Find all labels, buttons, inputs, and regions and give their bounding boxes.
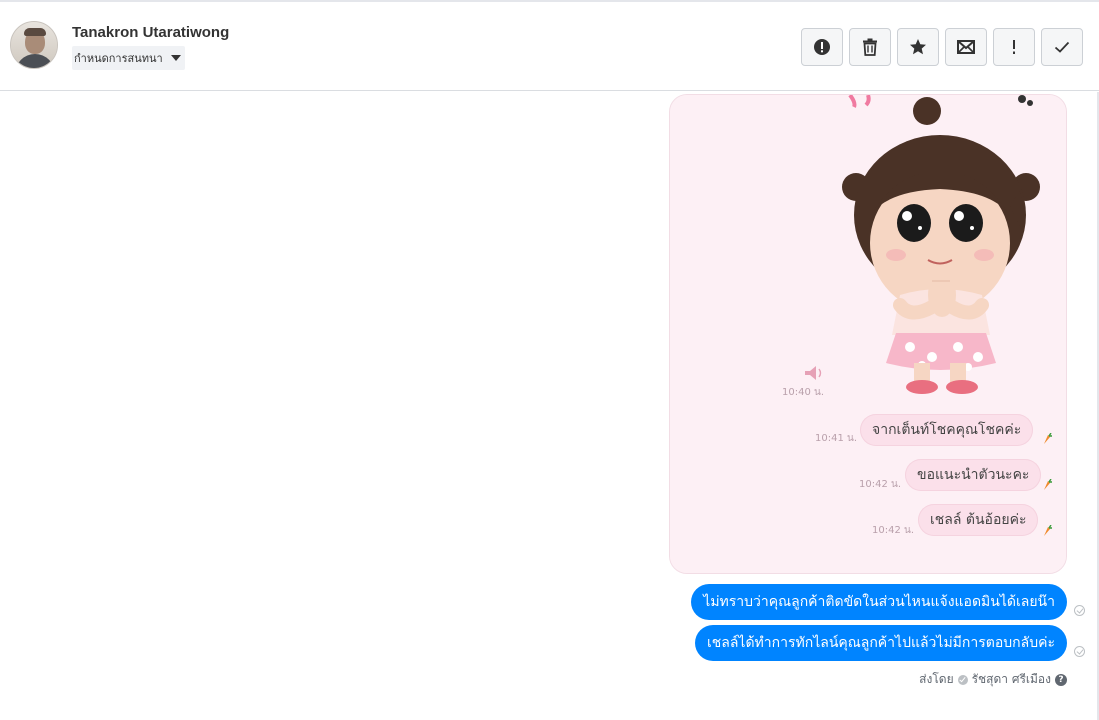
checkmark-icon <box>1054 41 1070 53</box>
delete-button[interactable] <box>849 28 891 66</box>
header-actions <box>801 28 1083 66</box>
sent-by-prefix: ส่งโดย <box>919 672 954 686</box>
trash-icon <box>863 38 877 56</box>
follow-up-button[interactable] <box>993 28 1035 66</box>
message-thread: 10:40 น. 10:41 น. จากเต็นท์โชคคุณโชคค่ะ … <box>0 92 1099 720</box>
help-icon[interactable]: ? <box>1055 673 1067 686</box>
assign-conversation-dropdown[interactable]: กำหนดการสนทนา <box>72 46 185 70</box>
sticker-bubble: เชลล์ ต้นอ้อยค่ะ <box>918 504 1039 536</box>
sticker-timestamp: 10:41 น. <box>815 433 858 444</box>
exclamation-icon <box>1013 40 1015 54</box>
star-icon <box>910 39 926 55</box>
carrot-icon <box>1044 525 1052 536</box>
conversation-header: Tanakron Utaratiwong กำหนดการสนทนา <box>0 2 1099 91</box>
verified-check-icon <box>957 674 968 685</box>
sticker-bubble: ขอแนะนำตัวนะคะ <box>905 459 1042 491</box>
seen-indicator-icon <box>1074 646 1085 657</box>
carrot-icon <box>1044 479 1052 490</box>
sticker-bubble: จากเต็นท์โชคคุณโชคค่ะ <box>860 414 1034 446</box>
image-attachment[interactable]: 10:40 น. 10:41 น. จากเต็นท์โชคคุณโชคค่ะ … <box>669 94 1067 574</box>
outgoing-message[interactable]: เชลล์ได้ทำการทักไลน์คุณลูกค้าไปแล้วไม่มี… <box>694 625 1067 661</box>
carrot-icon <box>1044 433 1052 444</box>
sent-by-info: ส่งโดย รัชสุดา ศรีเมือง ? <box>919 670 1067 689</box>
contact-name[interactable]: Tanakron Utaratiwong <box>72 24 229 41</box>
envelope-icon <box>957 40 975 54</box>
girl-sticker-image <box>805 95 1040 394</box>
alert-circle-icon <box>814 39 830 55</box>
chevron-down-icon <box>170 55 181 61</box>
avatar[interactable] <box>10 21 58 69</box>
star-button[interactable] <box>897 28 939 66</box>
sticker-timestamp: 10:42 น. <box>859 479 902 490</box>
mark-done-button[interactable] <box>1041 28 1083 66</box>
sticker-timestamp: 10:42 น. <box>872 525 915 536</box>
sender-name[interactable]: รัชสุดา ศรีเมือง <box>972 670 1051 689</box>
outgoing-message[interactable]: ไม่ทราบว่าคุณลูกค้าติดขัดในส่วนไหนแจ้งแอ… <box>691 584 1067 620</box>
assign-label: กำหนดการสนทนา <box>74 52 163 65</box>
sticker-timestamp: 10:40 น. <box>782 387 825 398</box>
seen-indicator-icon <box>1074 605 1085 616</box>
mark-spam-button[interactable] <box>801 28 843 66</box>
mark-unread-button[interactable] <box>945 28 987 66</box>
